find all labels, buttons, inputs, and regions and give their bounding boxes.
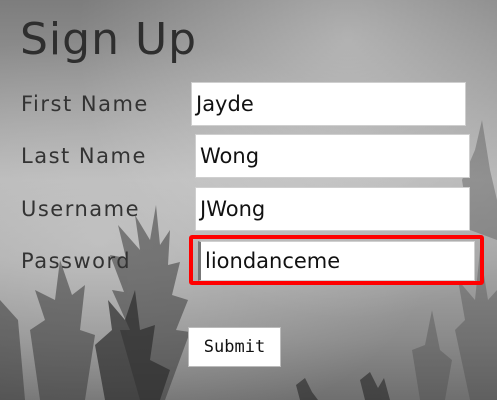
first-name-field[interactable]: Jayde xyxy=(191,82,466,126)
password-highlight-box xyxy=(189,235,484,285)
first-name-label: First Name xyxy=(21,92,149,116)
signup-form: Sign Up First Name Jayde Last Name Wong … xyxy=(0,0,497,400)
page-title: Sign Up xyxy=(20,14,198,65)
username-label: Username xyxy=(21,197,141,221)
submit-button[interactable]: Submit xyxy=(188,327,281,367)
last-name-label: Last Name xyxy=(21,144,147,168)
last-name-field[interactable]: Wong xyxy=(195,134,470,178)
username-field[interactable]: JWong xyxy=(195,187,470,231)
password-label: Password xyxy=(21,249,132,273)
